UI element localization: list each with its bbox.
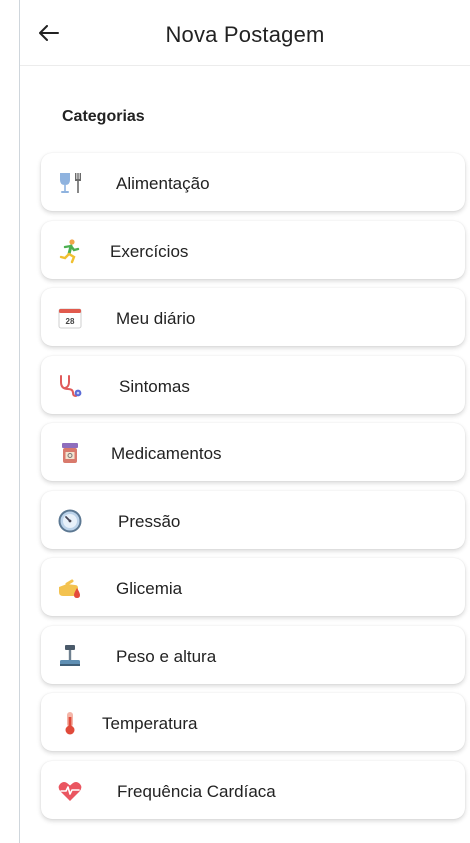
blood-drop-finger-icon <box>57 575 83 601</box>
category-label: Meu diário <box>116 309 196 328</box>
left-border <box>19 0 20 843</box>
category-list: Alimentação Exercícios 28 Meu diário Sin… <box>41 153 465 828</box>
food-icon <box>57 170 83 196</box>
app-bar: Nova Postagem <box>20 0 470 66</box>
medicine-bottle-icon <box>57 440 83 466</box>
category-label: Exercícios <box>110 241 189 261</box>
category-item-glicemia[interactable]: Glicemia <box>41 558 465 616</box>
category-label: Glicemia <box>116 579 183 598</box>
category-item-sintomas[interactable]: Sintomas <box>41 355 465 414</box>
running-person-icon <box>57 238 83 264</box>
category-item-frequencia-cardiaca[interactable]: Frequência Cardíaca <box>41 760 465 819</box>
thermometer-icon <box>57 710 83 736</box>
category-item-peso-e-altura[interactable]: Peso e altura <box>41 625 465 684</box>
calendar-day: 28 <box>66 317 75 326</box>
category-label: Frequência Cardíaca <box>117 781 276 801</box>
section-title: Categorias <box>62 108 145 125</box>
category-label: Pressão <box>118 511 181 531</box>
category-item-exercicios[interactable]: Exercícios <box>41 220 465 279</box>
category-item-alimentacao[interactable]: Alimentação <box>41 153 465 211</box>
category-label: Sintomas <box>119 376 190 396</box>
category-item-medicamentos[interactable]: Medicamentos <box>41 423 465 481</box>
pressure-gauge-icon <box>57 508 83 534</box>
category-item-meu-diario[interactable]: 28 Meu diário <box>41 288 465 346</box>
category-label: Temperatura <box>102 714 198 733</box>
category-item-temperatura[interactable]: Temperatura <box>41 693 465 751</box>
heart-rate-icon <box>57 778 83 804</box>
category-item-pressao[interactable]: Pressão <box>41 490 465 549</box>
calendar-icon: 28 <box>57 305 83 331</box>
page-title: Nova Postagem <box>165 22 325 47</box>
category-label: Alimentação <box>116 174 210 193</box>
stethoscope-icon <box>57 373 83 399</box>
category-label: Peso e altura <box>116 646 217 666</box>
scale-icon <box>57 643 83 669</box>
category-label: Medicamentos <box>111 444 222 463</box>
